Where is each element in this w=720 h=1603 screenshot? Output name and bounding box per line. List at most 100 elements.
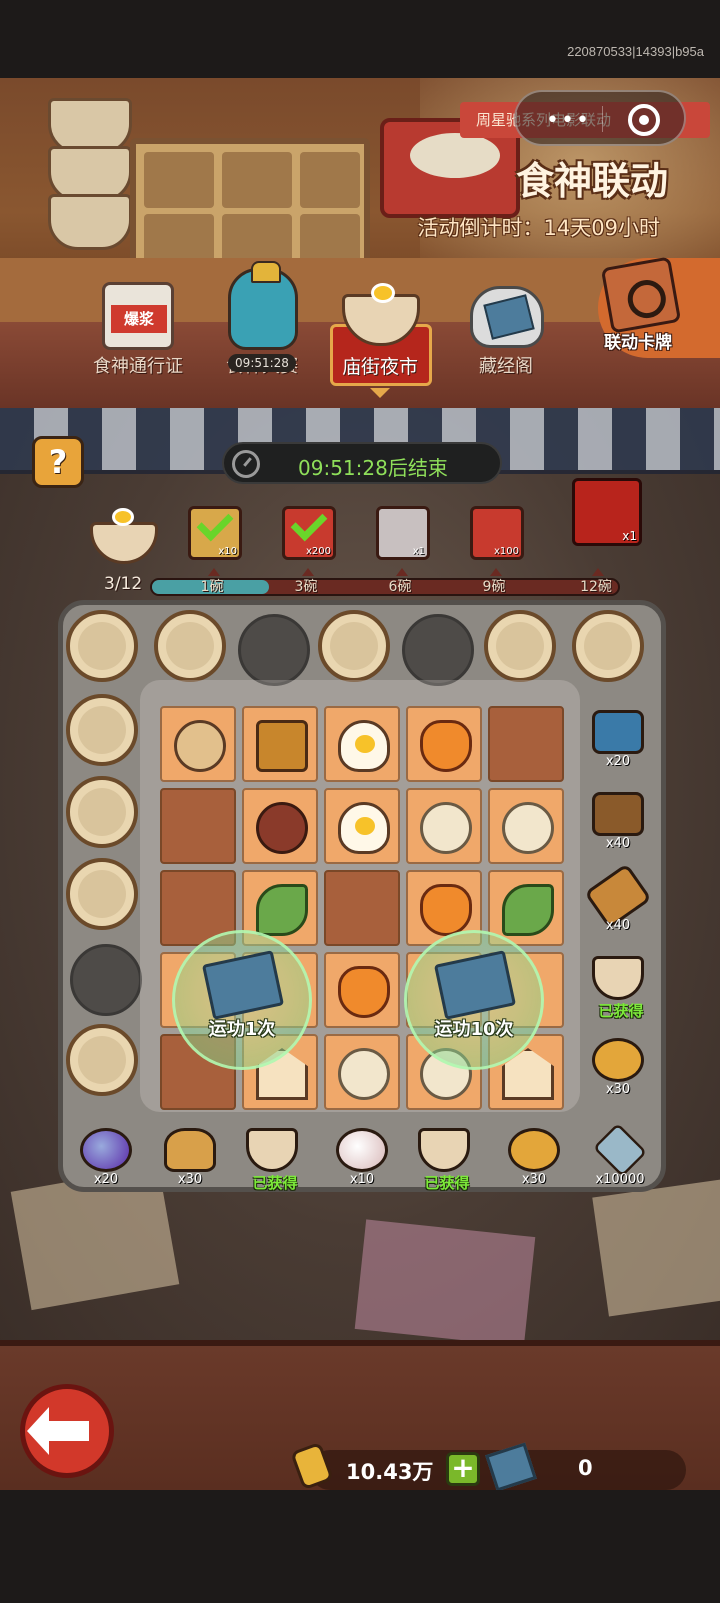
- book-icon: [201, 950, 285, 1020]
- grid-cell[interactable]: [406, 706, 482, 782]
- grid-cell[interactable]: [324, 788, 400, 864]
- bowl-slot[interactable]: [66, 776, 138, 848]
- tab-library[interactable]: 藏经阁: [446, 268, 566, 378]
- orb-icon: [80, 1128, 132, 1172]
- reward-slot[interactable]: x20: [586, 710, 650, 772]
- bowl-icon: [418, 1128, 470, 1172]
- bowl-slot[interactable]: [66, 858, 138, 930]
- end-timer: 09:51:28后结束: [222, 442, 502, 484]
- grid-cell[interactable]: [242, 788, 318, 864]
- tofu-icon: [256, 720, 308, 772]
- grid-cell[interactable]: [324, 1034, 400, 1110]
- help-button[interactable]: ?: [32, 436, 84, 488]
- close-circle-icon[interactable]: [628, 104, 660, 136]
- progress-bowl-icon: [88, 508, 160, 566]
- grid-cell[interactable]: [324, 870, 400, 946]
- cultivate-once-label: 运功1次: [208, 1019, 276, 1040]
- bowl-slot[interactable]: [484, 610, 556, 682]
- grid-cell[interactable]: [324, 706, 400, 782]
- end-timer-text: 09:51:28后结束: [298, 456, 448, 480]
- bowl-slot[interactable]: [66, 1024, 138, 1096]
- miniprogram-capsule[interactable]: •••: [514, 90, 686, 146]
- bowl-icon: [592, 956, 644, 1000]
- clock-icon: [232, 450, 260, 478]
- book-amount: 0: [578, 1456, 593, 1480]
- coin-icon: [592, 1038, 644, 1082]
- leaf-icon: [502, 884, 554, 936]
- grid-cell[interactable]: [242, 706, 318, 782]
- cultivate-once-button[interactable]: 运功1次: [172, 930, 312, 1070]
- bowl-icon: [246, 1128, 298, 1172]
- more-icon[interactable]: •••: [546, 108, 591, 133]
- reward-slot[interactable]: x10000: [588, 1122, 652, 1190]
- active-indicator-icon: [370, 388, 390, 398]
- grid-cell[interactable]: [160, 706, 236, 782]
- jar-icon: [228, 261, 298, 350]
- progress-text: 3/12: [104, 574, 143, 594]
- grid-cell[interactable]: [488, 788, 564, 864]
- milestone-label: 12碗: [580, 579, 612, 595]
- cake-icon: [256, 802, 308, 854]
- pearl-icon: [336, 1128, 388, 1172]
- tab-contest[interactable]: 09:51:28 食神大赛: [202, 261, 322, 378]
- milestone-reward-3[interactable]: x1: [376, 506, 430, 560]
- reward-slot[interactable]: x40: [586, 792, 650, 854]
- add-gold-button[interactable]: +: [446, 1452, 480, 1486]
- tab-label: 庙街夜市: [341, 356, 418, 378]
- bowl-slot[interactable]: [66, 610, 138, 682]
- crystal-icon: [592, 1122, 648, 1178]
- grid-cell[interactable]: [160, 788, 236, 864]
- reward-slot[interactable]: x10: [330, 1128, 394, 1190]
- carrot-icon: [420, 884, 472, 936]
- cultivate-ten-label: 运功10次: [434, 1019, 514, 1040]
- brown-chest-icon: [592, 792, 644, 836]
- reward-slot[interactable]: x30: [158, 1128, 222, 1190]
- milestone-label: 3碗: [294, 579, 318, 595]
- bowl-slot[interactable]: [318, 610, 390, 682]
- tab-label: 藏经阁: [479, 356, 533, 377]
- milestone-label: 1碗: [200, 579, 224, 595]
- empty-slot: [402, 614, 474, 686]
- milestone-reward-1[interactable]: x10: [188, 504, 242, 560]
- reward-slot[interactable]: x30: [586, 1038, 650, 1100]
- nav-strip: [0, 1490, 720, 1603]
- back-arrow-icon: [27, 1407, 89, 1455]
- bowl-slot[interactable]: [572, 610, 644, 682]
- reward-slot[interactable]: 已获得: [586, 956, 650, 1020]
- bun-icon: [174, 720, 226, 772]
- tab-label: 食神通行证: [93, 356, 183, 377]
- build-id-text: 220870533|14393|b95a: [567, 44, 704, 59]
- status-strip: [0, 0, 720, 78]
- tab-pass[interactable]: 爆浆 食神通行证: [78, 268, 198, 378]
- reward-slot[interactable]: 已获得: [240, 1128, 304, 1192]
- milestone-reward-5[interactable]: x1: [572, 478, 642, 546]
- bowl-slot[interactable]: [66, 694, 138, 766]
- reward-slot[interactable]: x20: [74, 1128, 138, 1190]
- reward-slot[interactable]: x40: [584, 863, 652, 936]
- cultivate-ten-button[interactable]: 运功10次: [404, 930, 544, 1070]
- bowl-icon: [342, 283, 420, 346]
- reward-slot[interactable]: 已获得: [412, 1128, 476, 1192]
- empty-slot: [238, 614, 310, 686]
- noodle-icon: [502, 802, 554, 854]
- back-button[interactable]: [20, 1384, 114, 1478]
- reward-slot[interactable]: x30: [502, 1128, 566, 1190]
- book-sack-icon: [470, 286, 544, 348]
- milestone-reward-4[interactable]: x100: [470, 506, 524, 560]
- coin-icon: [508, 1128, 560, 1172]
- grid-cell[interactable]: [406, 788, 482, 864]
- event-title: 食神联动: [515, 159, 668, 203]
- empty-slot: [70, 944, 142, 1016]
- grid-cell[interactable]: [324, 952, 400, 1028]
- film-card-icon: [600, 256, 682, 334]
- bowl-slot[interactable]: [154, 610, 226, 682]
- milestone-reward-2[interactable]: x200: [282, 504, 336, 560]
- check-icon: [290, 504, 328, 542]
- egg-icon: [338, 720, 390, 772]
- collab-cards-button[interactable]: 联动卡牌: [598, 256, 720, 358]
- tab-night-market[interactable]: 庙街夜市: [320, 268, 440, 398]
- gold-amount: 10.43万: [346, 1460, 434, 1484]
- grid-cell[interactable]: [488, 706, 564, 782]
- noodle-icon: [338, 1048, 390, 1100]
- event-countdown: 活动倒计时：14天09小时: [417, 216, 660, 240]
